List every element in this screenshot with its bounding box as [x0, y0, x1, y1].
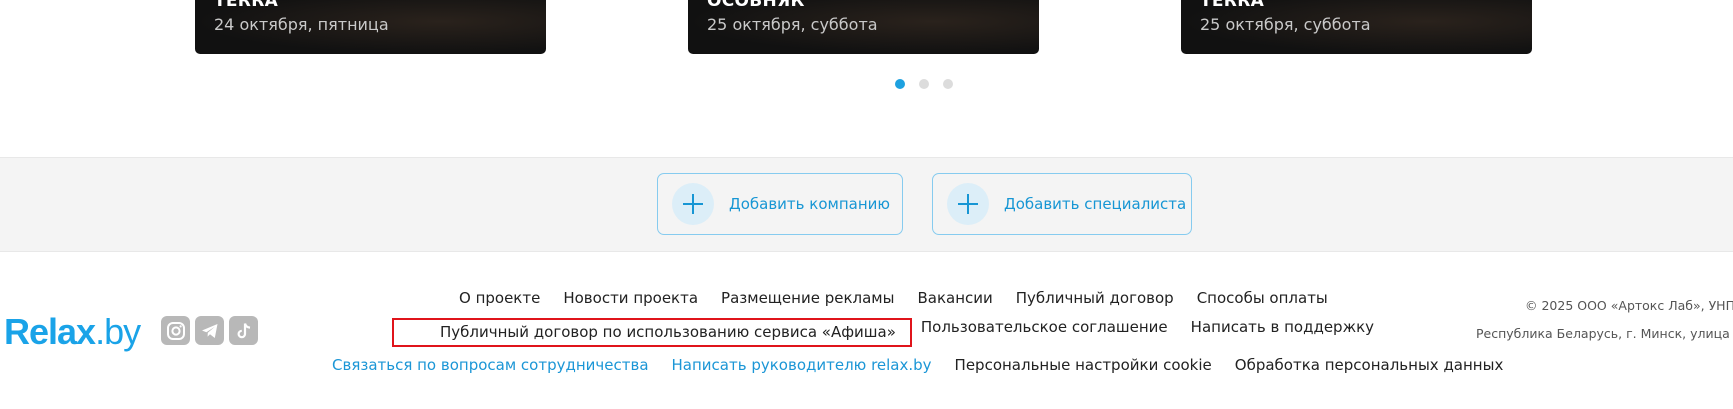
company-address: Республика Беларусь, г. Минск, улица Тол… [1476, 326, 1733, 341]
social-links [161, 316, 258, 345]
instagram-icon[interactable] [161, 316, 190, 345]
event-card[interactable]: TERRA 24 октября, пятница [195, 0, 546, 54]
footer-links-row: Связаться по вопросам сотрудничества Нап… [332, 356, 1526, 374]
carousel-dot[interactable] [919, 79, 929, 89]
footer-link-personal-data[interactable]: Обработка персональных данных [1235, 356, 1504, 374]
add-company-label: Добавить компанию [729, 195, 891, 213]
footer-link-write-manager[interactable]: Написать руководителю relax.by [672, 356, 932, 374]
footer-link-vacancies[interactable]: Вакансии [917, 289, 992, 307]
telegram-icon[interactable] [195, 316, 224, 345]
carousel-pagination [895, 79, 953, 89]
copyright-text: © 2025 ООО «Артокс Лаб», УНП 19 [1525, 298, 1733, 313]
footer-link-cooperation[interactable]: Связаться по вопросам сотрудничества [332, 356, 649, 374]
event-date: 24 октября, пятница [214, 15, 389, 34]
footer-links-row: О проекте Новости проекта Размещение рек… [459, 289, 1351, 307]
carousel-dot[interactable] [943, 79, 953, 89]
carousel-dot[interactable] [895, 79, 905, 89]
footer-link-cookie-settings[interactable]: Персональные настройки cookie [955, 356, 1212, 374]
plus-icon [672, 183, 714, 225]
footer-links-row: Публичный договор по использованию серви… [392, 318, 1397, 347]
event-venue: TERRA [214, 0, 279, 11]
footer-link-support[interactable]: Написать в поддержку [1191, 318, 1374, 347]
add-company-button[interactable]: Добавить компанию [657, 173, 903, 235]
footer-link-afisha-contract[interactable]: Публичный договор по использованию серви… [392, 318, 912, 347]
footer-link-user-agreement[interactable]: Пользовательское соглашение [921, 318, 1168, 347]
event-card[interactable]: ОСОБНЯК 25 октября, суббота [688, 0, 1039, 54]
logo-suffix: .by [95, 311, 141, 352]
footer-link-about[interactable]: О проекте [459, 289, 540, 307]
plus-icon [947, 183, 989, 225]
event-venue: ОСОБНЯК [707, 0, 805, 11]
event-date: 25 октября, суббота [707, 15, 878, 34]
footer-link-news[interactable]: Новости проекта [563, 289, 698, 307]
add-specialist-button[interactable]: Добавить специалиста [932, 173, 1192, 235]
footer-link-public-contract[interactable]: Публичный договор [1016, 289, 1174, 307]
event-date: 25 октября, суббота [1200, 15, 1371, 34]
add-listing-band: Добавить компанию Добавить специалиста [0, 157, 1733, 252]
event-card[interactable]: TERRA 25 октября, суббота [1181, 0, 1532, 54]
event-venue: TERRA [1200, 0, 1265, 11]
relax-logo[interactable]: Relax.by [4, 311, 141, 353]
footer-link-payment-methods[interactable]: Способы оплаты [1197, 289, 1328, 307]
footer-link-advertising[interactable]: Размещение рекламы [721, 289, 894, 307]
tiktok-icon[interactable] [229, 316, 258, 345]
logo-main: Relax [4, 311, 96, 352]
add-specialist-label: Добавить специалиста [1004, 195, 1187, 213]
